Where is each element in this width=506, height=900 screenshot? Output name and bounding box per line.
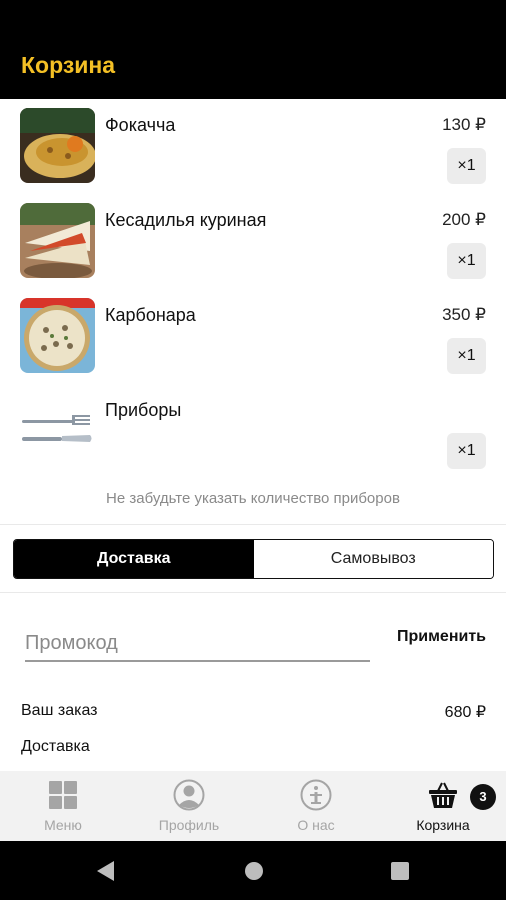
- cart-item[interactable]: Кесадилья куриная 200 ₽ ×1: [0, 199, 506, 294]
- item-price: 350 ₽: [442, 305, 486, 324]
- cart-count-badge: 3: [470, 784, 496, 810]
- info-icon: [300, 779, 332, 811]
- tab-about[interactable]: О нас: [253, 771, 379, 841]
- tab-label: Меню: [44, 817, 82, 833]
- quantity-button[interactable]: ×1: [447, 338, 486, 374]
- app-header: Корзина: [0, 0, 506, 99]
- tab-label: Корзина: [416, 817, 470, 833]
- tab-label: О нас: [297, 817, 335, 833]
- item-image-focaccia: [20, 108, 95, 183]
- tab-profile[interactable]: Профиль: [126, 771, 252, 841]
- item-price: 130 ₽: [442, 115, 486, 134]
- promo-field: [25, 628, 370, 662]
- item-image-carbonara: [20, 298, 95, 373]
- page-title: Корзина: [21, 52, 116, 78]
- delivery-cost-label: Доставка: [21, 738, 90, 755]
- item-name: Кесадилья куриная: [105, 210, 267, 230]
- back-triangle-icon[interactable]: [97, 861, 114, 881]
- tab-label: Профиль: [158, 817, 220, 833]
- divider: [0, 524, 506, 525]
- grid-icon: [47, 779, 79, 811]
- item-name: Карбонара: [105, 305, 196, 325]
- item-name: Приборы: [105, 400, 182, 420]
- item-image-cutlery: [20, 393, 95, 468]
- order-total-value: 680 ₽: [444, 704, 486, 721]
- apply-promo-button[interactable]: Применить: [397, 628, 486, 646]
- divider: [0, 592, 506, 593]
- quantity-button[interactable]: ×1: [447, 433, 486, 469]
- promo-input[interactable]: [25, 628, 370, 658]
- recents-square-icon[interactable]: [391, 862, 409, 880]
- bottom-tab-bar: Меню Профиль О нас Корзина: [0, 771, 506, 841]
- item-image-quesadilla: [20, 203, 95, 278]
- cart-item[interactable]: Приборы ×1: [0, 389, 506, 484]
- home-circle-icon[interactable]: [245, 862, 263, 880]
- pickup-option[interactable]: Самовывоз: [253, 540, 493, 578]
- quantity-button[interactable]: ×1: [447, 148, 486, 184]
- cart-item[interactable]: Фокачча 130 ₽ ×1: [0, 104, 506, 199]
- order-total-label: Ваш заказ: [21, 702, 98, 719]
- tab-menu[interactable]: Меню: [0, 771, 126, 841]
- item-name: Фокачча: [105, 115, 176, 135]
- cart-item[interactable]: Карбонара 350 ₽ ×1: [0, 294, 506, 389]
- system-navigation-bar: [0, 841, 506, 900]
- basket-icon: [427, 779, 459, 811]
- quantity-button[interactable]: ×1: [447, 243, 486, 279]
- delivery-method-toggle: Доставка Самовывоз: [13, 539, 494, 579]
- cutlery-hint: Не забудьте указать количество приборов: [106, 490, 400, 507]
- user-icon: [173, 779, 205, 811]
- item-price: 200 ₽: [442, 210, 486, 229]
- delivery-option[interactable]: Доставка: [14, 540, 254, 578]
